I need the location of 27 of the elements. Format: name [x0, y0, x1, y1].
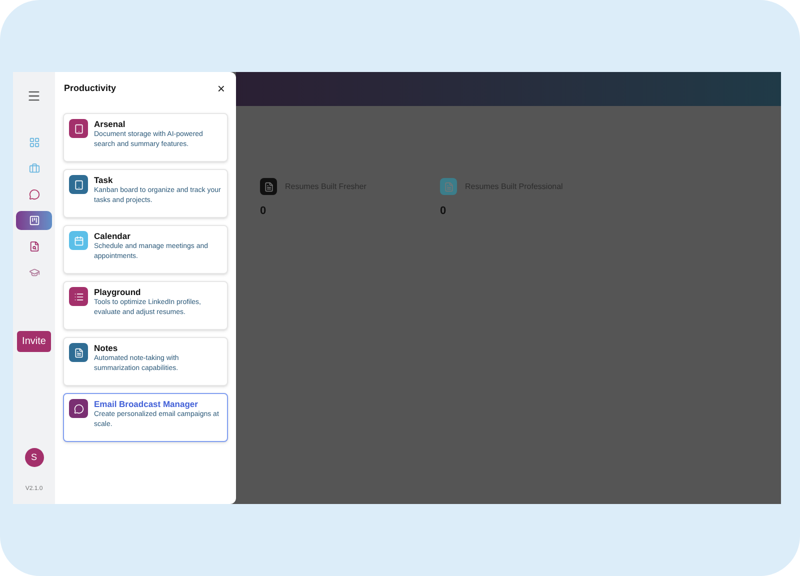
document-icon: [264, 182, 274, 192]
grid-icon: [28, 137, 40, 148]
chat-bubble-icon: [74, 404, 84, 414]
board-icon: [28, 215, 40, 226]
app-title: Playground: [94, 287, 142, 298]
calendar-icon: [74, 236, 84, 246]
avatar[interactable]: S: [24, 448, 44, 467]
app-title: Arsenal: [94, 119, 126, 130]
briefcase-icon: [28, 163, 40, 174]
app-title: Email Broadcast Manager: [94, 399, 199, 410]
app-title: Task: [94, 175, 114, 186]
stat-value: 0: [440, 204, 448, 219]
document-icon: [74, 348, 84, 358]
panel-title: Productivity: [64, 82, 116, 95]
menu-icon[interactable]: [27, 89, 41, 103]
app-title: Calendar: [94, 231, 132, 242]
close-button[interactable]: ×: [217, 82, 225, 95]
tablet-icon: [74, 124, 84, 134]
chat-bubble-icon: [28, 189, 40, 200]
app-title: Notes: [94, 343, 119, 354]
tablet-icon: [74, 180, 84, 190]
invite-button[interactable]: Invite: [17, 331, 51, 352]
graduation-cap-icon: [28, 267, 40, 278]
document-icon: [444, 182, 454, 192]
stat-value: 0: [260, 204, 268, 219]
document-search-icon: [28, 241, 40, 252]
nav-item[interactable]: [16, 211, 52, 230]
